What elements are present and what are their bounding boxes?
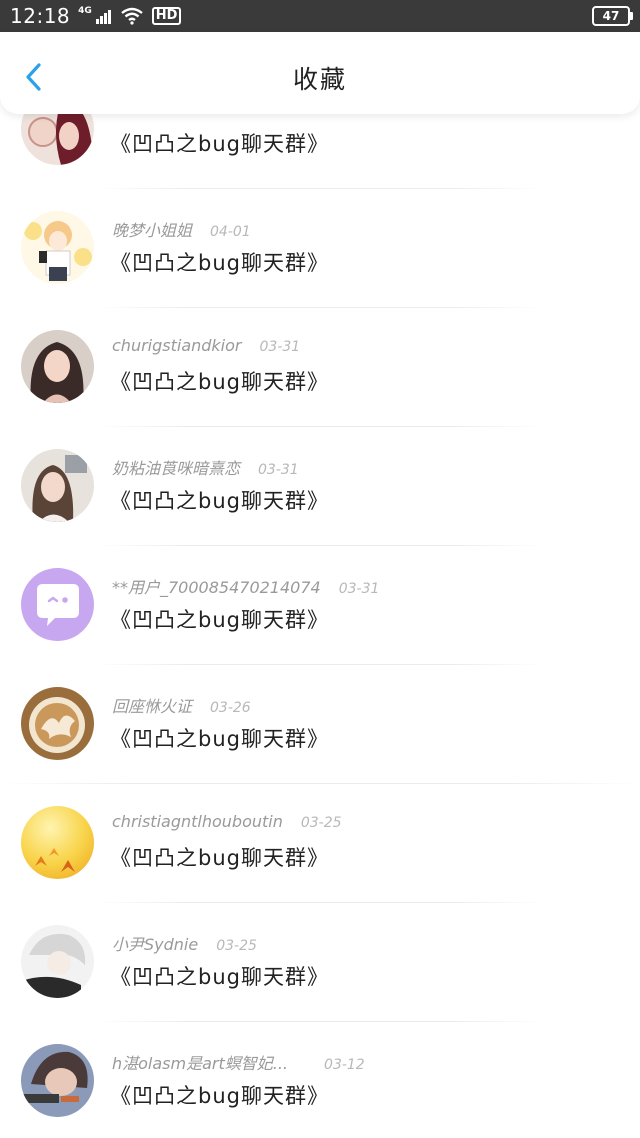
user-name: churigstiandkior	[112, 336, 242, 355]
item-date: 03-31	[258, 462, 299, 478]
message-text: 《凹凸之bug聊天群》	[110, 1084, 329, 1108]
battery-level: 47	[602, 9, 620, 23]
page-title: 收藏	[292, 65, 347, 94]
item-meta: 回座恘火证 03-26	[112, 693, 251, 717]
list-item[interactable]: christiagntlhouboutin 03-25 《凹凸之bug聊天群》	[0, 784, 640, 903]
message-text: 《凹凸之bug聊天群》	[110, 370, 329, 394]
app-header: 收藏	[0, 32, 640, 114]
message-text: 《凹凸之bug聊天群》	[110, 846, 329, 870]
user-name: 晚梦小姐姐	[112, 221, 193, 240]
item-meta: h湛olasm是art螟智妃... 03-12	[112, 1050, 365, 1074]
avatar[interactable]	[21, 806, 94, 879]
status-time: 12:18	[10, 4, 71, 28]
item-meta: 晚梦小姐姐 04-01	[112, 217, 251, 241]
avatar[interactable]	[21, 1044, 94, 1117]
message-text: 《凹凸之bug聊天群》	[110, 608, 329, 632]
user-name: christiagntlhouboutin	[112, 812, 283, 831]
battery-icon: 47	[592, 6, 633, 26]
message-text: 《凹凸之bug聊天群》	[110, 132, 329, 156]
status-left: 12:18 4G HD	[10, 4, 182, 28]
avatar[interactable]	[21, 449, 94, 522]
list-item[interactable]: churigstiandkior 03-31 《凹凸之bug聊天群》	[0, 308, 640, 427]
user-name: 回座恘火证	[112, 697, 193, 716]
avatar[interactable]	[21, 568, 94, 641]
avatar[interactable]	[21, 925, 94, 998]
message-text: 《凹凸之bug聊天群》	[110, 251, 329, 275]
message-text: 《凹凸之bug聊天群》	[110, 489, 329, 513]
item-date: 03-12	[324, 1057, 365, 1073]
message-text: 《凹凸之bug聊天群》	[110, 965, 329, 989]
user-name: h湛olasm是art螟智妃...	[112, 1054, 289, 1073]
user-name: 奶粘油莨咪暗熹恋	[112, 459, 241, 478]
avatar[interactable]	[21, 114, 94, 165]
list-item[interactable]: 奶粘油莨咪暗熹恋 03-31 《凹凸之bug聊天群》	[0, 427, 640, 546]
avatar[interactable]	[21, 330, 94, 403]
list-item[interactable]: 回座恘火证 03-26 《凹凸之bug聊天群》	[0, 665, 640, 784]
wifi-icon	[121, 7, 143, 25]
user-name: 小尹Sydnie	[112, 935, 199, 954]
user-name: **用户_700085470214074	[112, 578, 321, 597]
item-meta: **用户_700085470214074 03-31	[112, 574, 379, 598]
item-date: 03-25	[300, 815, 342, 831]
item-date: 03-26	[210, 700, 251, 716]
item-date: 03-25	[216, 938, 257, 954]
list-item[interactable]: 《凹凸之bug聊天群》	[0, 114, 640, 189]
favorites-list: 《凹凸之bug聊天群》 晚梦小姐姐 04-01 《凹凸之bug聊天群》 chur…	[0, 114, 640, 1138]
signal-icon	[95, 10, 111, 24]
item-meta: 小尹Sydnie 03-25	[112, 931, 257, 955]
item-meta: 奶粘油莨咪暗熹恋 03-31	[112, 455, 299, 479]
network-type-label: 4G	[78, 5, 92, 16]
item-date: 03-31	[259, 339, 301, 355]
message-text: 《凹凸之bug聊天群》	[110, 727, 329, 751]
list-item[interactable]: 晚梦小姐姐 04-01 《凹凸之bug聊天群》	[0, 189, 640, 308]
hd-badge: HD	[151, 7, 182, 25]
avatar[interactable]	[21, 687, 94, 760]
item-date: 03-31	[338, 581, 380, 597]
item-meta: christiagntlhouboutin 03-25	[112, 812, 342, 831]
list-item[interactable]: **用户_700085470214074 03-31 《凹凸之bug聊天群》	[0, 546, 640, 665]
item-meta: churigstiandkior 03-31	[112, 336, 300, 355]
avatar[interactable]	[21, 211, 94, 284]
list-item[interactable]: h湛olasm是art螟智妃... 03-12 《凹凸之bug聊天群》	[0, 1022, 640, 1138]
list-item[interactable]: 小尹Sydnie 03-25 《凹凸之bug聊天群》	[0, 903, 640, 1022]
item-date: 04-01	[210, 224, 251, 240]
status-bar: 12:18 4G HD 47	[0, 0, 640, 32]
